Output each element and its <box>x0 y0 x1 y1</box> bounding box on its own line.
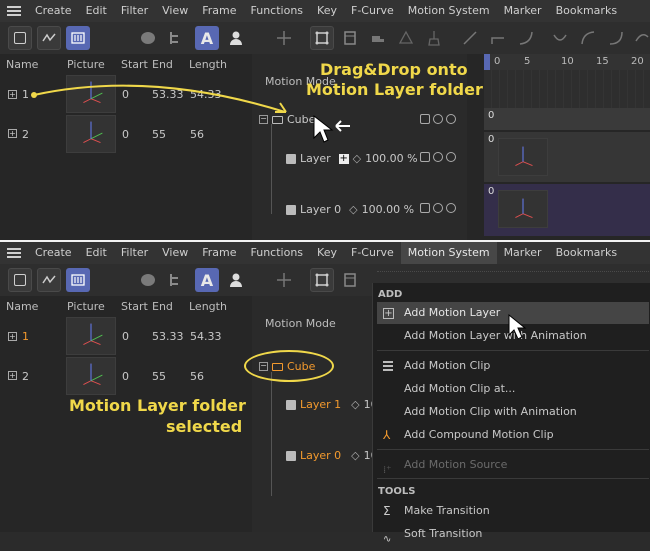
motion-mode-icon[interactable] <box>66 268 90 292</box>
row-start: 0 <box>122 330 129 343</box>
callout-line1: Motion Layer folder <box>69 396 246 415</box>
layer-icon <box>286 450 296 461</box>
user-icon[interactable] <box>224 268 248 292</box>
col-picture[interactable]: Picture <box>67 300 105 313</box>
item-label: Add Motion Layer <box>404 306 501 319</box>
menu-view[interactable]: View <box>155 242 195 264</box>
menu-key[interactable]: Key <box>310 242 344 264</box>
row-end: 55 <box>152 370 166 383</box>
motion-system-dropdown: ADD + Add Motion Layer Add Motion Layer … <box>372 271 650 545</box>
selection-highlight <box>244 350 334 382</box>
expand-icon[interactable]: + <box>8 332 17 341</box>
section-tools: TOOLS <box>378 486 416 497</box>
menu-fcurve[interactable]: F-Curve <box>344 242 401 264</box>
menu-marker[interactable]: Marker <box>497 242 549 264</box>
item-label: Add Motion Layer with Animation <box>404 329 587 342</box>
menu-bookmarks[interactable]: Bookmarks <box>549 242 624 264</box>
make-transition-item[interactable]: Σ Make Transition <box>377 500 649 522</box>
keymode-icon[interactable] <box>8 268 32 292</box>
add-motion-clip-anim-item[interactable]: Add Motion Clip with Animation <box>377 401 649 423</box>
top-screenshot-panel: Create Edit Filter View Frame Functions … <box>0 0 650 240</box>
clip-icon[interactable] <box>338 268 362 292</box>
layer-label: Layer 1 <box>300 398 342 411</box>
menu-create[interactable]: Create <box>28 242 79 264</box>
callout-line1: Drag&Drop onto <box>320 60 468 79</box>
item-label: Add Motion Source <box>404 458 508 471</box>
fcurve-mode-icon[interactable] <box>37 268 61 292</box>
item-label: Soft Transition <box>404 527 483 540</box>
diamond-icon: ◇ <box>351 449 360 462</box>
section-add: ADD <box>378 289 403 300</box>
frame-select-icon[interactable] <box>310 268 334 292</box>
cursor-icon <box>508 313 527 340</box>
hierarchy-icon[interactable] <box>163 268 187 292</box>
compound-icon: ⅄ <box>383 428 391 442</box>
add-motion-clip-at-item[interactable]: Add Motion Clip at... <box>377 378 649 400</box>
transition-icon: Σ <box>383 504 391 518</box>
expand-icon[interactable]: + <box>8 371 17 380</box>
item-label: Add Motion Clip with Animation <box>404 405 577 418</box>
move-icon[interactable] <box>272 268 296 292</box>
col-length[interactable]: Length <box>189 300 227 313</box>
cursor-icon <box>313 114 350 143</box>
menu-edit[interactable]: Edit <box>79 242 114 264</box>
layer-icon <box>286 399 296 410</box>
add-motion-source-item[interactable]: ⁞⁺ Add Motion Source <box>377 454 649 476</box>
motion-thumbnail <box>66 357 116 395</box>
text-mode-icon[interactable]: A <box>195 268 219 292</box>
item-label: Add Motion Clip <box>404 359 491 372</box>
layer0-node[interactable]: Layer 0 ◇ 100 <box>286 449 385 462</box>
film-icon <box>383 361 393 372</box>
row-length: 56 <box>190 370 204 383</box>
add-compound-clip-item[interactable]: ⅄ Add Compound Motion Clip <box>377 424 649 446</box>
col-start[interactable]: Start <box>121 300 148 313</box>
col-end[interactable]: End <box>152 300 173 313</box>
item-label: Add Compound Motion Clip <box>404 428 554 441</box>
sphere-icon[interactable] <box>136 268 160 292</box>
soft-transition-item[interactable]: ∿ Soft Transition <box>377 523 649 545</box>
menu-functions[interactable]: Functions <box>244 242 311 264</box>
motion-thumbnail <box>66 317 116 355</box>
hamburger-menu-icon[interactable] <box>0 242 28 264</box>
row-name: 2 <box>22 370 29 383</box>
motion-tree-panel: Motion Mode − Cube Layer 1 ◇ 100 Layer 0… <box>244 296 385 532</box>
add-motion-clip-item[interactable]: Add Motion Clip <box>377 355 649 377</box>
callout-line2: selected <box>166 417 243 436</box>
callout-line2: Motion Layer folder <box>306 80 483 99</box>
item-label: Make Transition <box>404 504 490 517</box>
source-icon: ⁞⁺ <box>383 465 392 476</box>
menu-motion-system[interactable]: Motion System <box>400 242 497 264</box>
diamond-icon: ◇ <box>351 398 360 411</box>
col-name[interactable]: Name <box>6 300 38 313</box>
layer1-node[interactable]: Layer 1 ◇ 100 <box>286 398 385 411</box>
plus-icon: + <box>383 308 394 319</box>
table-row[interactable]: + 1 0 53.33 54.33 <box>0 316 250 356</box>
menu-frame[interactable]: Frame <box>195 242 243 264</box>
table-row[interactable]: + 2 0 55 56 <box>0 356 250 396</box>
soft-transition-icon: ∿ <box>383 534 392 545</box>
layer-label: Layer 0 <box>300 449 342 462</box>
menu-filter[interactable]: Filter <box>114 242 155 264</box>
motion-mode-label: Motion Mode <box>265 317 336 330</box>
menu-bar: Create Edit Filter View Frame Functions … <box>0 242 650 264</box>
row-end: 53.33 <box>152 330 184 343</box>
item-label: Add Motion Clip at... <box>404 382 516 395</box>
row-name: 1 <box>22 330 29 343</box>
row-length: 54.33 <box>190 330 222 343</box>
row-start: 0 <box>122 370 129 383</box>
